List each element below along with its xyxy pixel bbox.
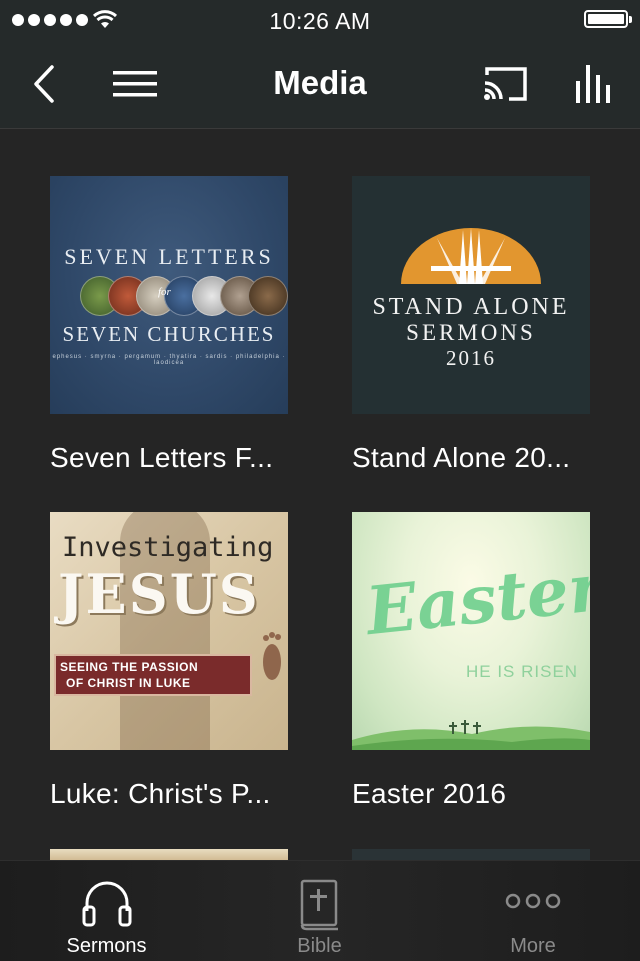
nav-bar: Media xyxy=(0,40,640,129)
page-title: Media xyxy=(273,64,367,101)
tab-sermons[interactable]: Sermons xyxy=(0,861,213,961)
cast-button[interactable] xyxy=(482,62,530,106)
tab-bar: Sermons Bible More xyxy=(0,860,640,961)
media-grid: SEVEN LETTERS for SEVEN CHURCHES ephesus… xyxy=(0,129,640,860)
bible-icon xyxy=(300,879,338,931)
sunrise-cross-icon xyxy=(401,228,541,284)
audio-bars-icon xyxy=(576,65,610,103)
media-title: Easter 2016 xyxy=(352,778,507,809)
artwork-subtitle: ephesus · smyrna · pergamum · thyatira ·… xyxy=(52,354,286,366)
tab-bible[interactable]: Bible xyxy=(213,861,426,961)
artwork-connector: for xyxy=(158,286,171,298)
artwork-year: 2016 xyxy=(446,346,496,370)
footprint-icon xyxy=(263,632,281,680)
media-artwork: SEVEN LETTERS for SEVEN CHURCHES ephesus… xyxy=(50,176,288,414)
hills-crosses-image xyxy=(352,720,590,750)
media-card-partial[interactable] xyxy=(352,849,590,860)
media-artwork: Investigating JESUS SEEING THE PASSION O… xyxy=(50,512,288,750)
tab-label: Bible xyxy=(297,935,342,957)
artwork-title-line: Investigating xyxy=(62,532,274,563)
battery-icon xyxy=(584,10,632,28)
media-card-seven-letters[interactable]: SEVEN LETTERS for SEVEN CHURCHES ephesus… xyxy=(50,176,288,474)
status-time: 10:26 AM xyxy=(269,8,371,34)
artwork-title-line: Easter xyxy=(362,547,590,651)
artwork-title-line: SERMONS xyxy=(406,320,536,345)
media-card-luke[interactable]: Investigating JESUS SEEING THE PASSION O… xyxy=(50,512,288,810)
media-card-stand-alone[interactable]: STAND ALONE SERMONS 2016 Stand Alone 20.… xyxy=(352,176,590,474)
media-card-partial[interactable] xyxy=(50,849,288,860)
tab-label: Sermons xyxy=(66,935,147,957)
media-artwork: Easter HE IS RISEN xyxy=(352,512,590,750)
tab-label: More xyxy=(510,935,556,957)
artwork-banner-text: OF CHRIST IN LUKE xyxy=(66,676,191,690)
artwork-title-line: JESUS xyxy=(58,562,260,626)
artwork-banner-text: SEEING THE PASSION xyxy=(60,660,199,674)
artwork-title-line: SEVEN LETTERS xyxy=(64,244,274,269)
artwork-title-line: SEVEN CHURCHES xyxy=(62,322,276,346)
media-title: Stand Alone 20... xyxy=(352,442,571,473)
more-dots-icon xyxy=(505,893,561,909)
audio-button[interactable] xyxy=(570,62,618,106)
status-bar: 10:26 AM xyxy=(0,0,640,40)
media-artwork: STAND ALONE SERMONS 2016 xyxy=(352,176,590,414)
artwork-title-line: STAND ALONE xyxy=(372,294,570,320)
media-title: Luke: Christ's P... xyxy=(50,778,271,809)
cast-icon xyxy=(484,67,527,101)
tab-more[interactable]: More xyxy=(426,861,640,961)
media-card-easter[interactable]: Easter HE IS RISEN Easter 2016 xyxy=(352,512,590,810)
media-title: Seven Letters F... xyxy=(50,442,274,473)
artwork-subtitle: HE IS RISEN xyxy=(466,662,579,681)
headphones-icon xyxy=(82,881,131,927)
church-circles-image xyxy=(80,276,288,316)
